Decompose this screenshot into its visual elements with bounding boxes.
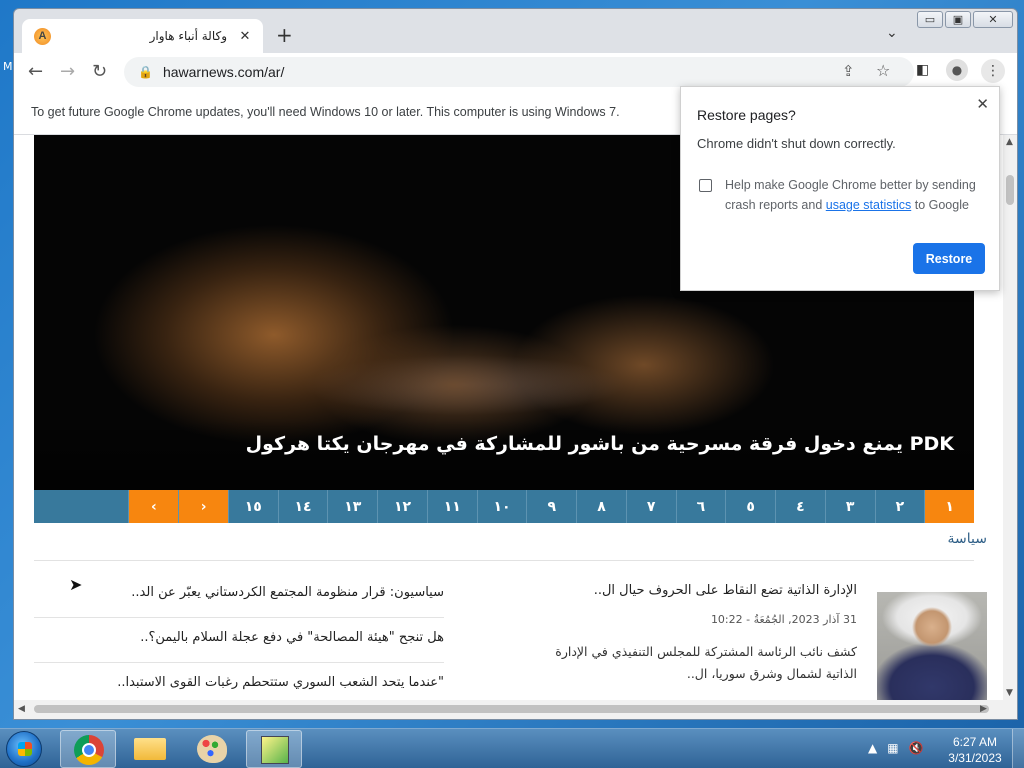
folder-icon [134,738,166,760]
taskbar-explorer[interactable] [122,730,178,768]
crash-report-checkbox[interactable] [699,179,712,192]
vertical-scroll-thumb[interactable] [1006,175,1014,205]
clock[interactable]: 6:27 AM 3/31/2023 [942,734,1008,766]
pager-item[interactable]: ١١ [426,490,477,523]
usage-statistics-link[interactable]: usage statistics [826,198,911,212]
feature-thumbnail[interactable] [877,592,987,700]
crash-report-label: Help make Google Chrome better by sendin… [725,175,985,215]
scroll-right-icon[interactable]: ▶ [980,704,987,714]
system-tray: ▲ ▦ 🔇 [868,741,924,755]
hero-title[interactable]: PDK يمنع دخول فرقة مسرحية من باشور للمشا… [246,433,954,455]
section-label[interactable]: سياسة [948,531,987,547]
paint-icon [197,735,227,763]
vertical-scrollbar[interactable]: ▲ ▼ [1003,135,1017,700]
feature-title[interactable]: الإدارة الذاتية تضع النقاط على الحروف حي… [594,583,857,598]
pager-item[interactable]: ٧ [625,490,676,523]
site-favicon-icon: A [34,27,51,45]
update-notice-text: To get future Google Chrome updates, you… [31,105,620,119]
pager-item[interactable]: ٩ [526,490,576,523]
forward-button[interactable]: → [60,61,75,82]
pager-item[interactable]: ٦ [675,490,726,523]
window-controls: ▭ ▣ ✕ [915,11,1013,29]
pager-item[interactable]: ٥ [725,490,775,523]
tab-title: وكالة أنباء هاوار [149,29,227,43]
desktop-cursor: M [3,60,13,73]
checkbox-text-after: to Google [914,198,969,212]
scroll-left-icon[interactable]: ◀ [18,704,25,714]
mouse-cursor-icon: ➤ [69,575,83,594]
restore-button[interactable]: Restore [913,243,985,274]
restore-pages-dialog: Restore pages? ✕ Chrome didn't shut down… [680,86,1000,291]
clock-time: 6:27 AM [952,735,998,749]
taskbar-chrome[interactable] [60,730,116,768]
news-item[interactable]: سياسيون: قرار منظومة المجتمع الكردستاني … [34,573,444,618]
pager-item[interactable]: ٣ [824,490,875,523]
dialog-close-icon[interactable]: ✕ [976,95,989,113]
back-button[interactable]: ← [28,61,43,82]
section-divider [34,560,974,561]
feature-body: كشف نائب الرئاسة المشتركة للمجلس التنفيذ… [555,644,857,681]
dialog-message: Chrome didn't shut down correctly. [697,136,896,151]
url-text: hawarnews.com/ar/ [162,64,285,80]
pager-next-button[interactable]: › [178,490,228,523]
app-icon [261,736,289,764]
share-icon[interactable]: ⇪ [842,62,855,80]
pager-item[interactable]: ٢ [874,490,925,523]
taskbar-app[interactable] [246,730,302,768]
menu-kebab-icon[interactable]: ⋮ [981,59,1005,83]
news-list: سياسيون: قرار منظومة المجتمع الكردستاني … [34,573,444,700]
horizontal-scrollbar[interactable]: ◀ ▶ [14,700,1017,719]
scroll-up-icon[interactable]: ▲ [1006,137,1013,147]
feature-date: 31 آذار 2023, الجُمُعَةُ - 10:22 [710,613,857,626]
profile-icon[interactable]: ● [946,59,968,81]
show-desktop-button[interactable] [1012,729,1024,768]
chrome-icon-center [82,743,96,757]
hero-shade [34,420,974,490]
lock-icon: 🔒 [138,65,153,79]
network-icon[interactable]: ▦ [887,741,898,755]
windows-taskbar: ▲ ▦ 🔇 6:27 AM 3/31/2023 [0,728,1024,768]
taskbar-paint[interactable] [184,730,240,768]
windows-logo-icon [18,742,32,756]
pager-item[interactable]: ٨ [576,490,626,523]
slider-pager: ‹ › ١٥ ١٤ ١٣ ١٢ ١١ ١٠ ٩ ٨ ٧ ٦ ٥ ٤ ٣ ٢ ١ [34,490,974,523]
pager-item[interactable]: ١٢ [377,490,427,523]
start-button[interactable] [6,731,42,767]
side-panel-icon[interactable]: ◧ [916,62,929,78]
pager-spacer [34,490,129,523]
news-item[interactable]: هل تنجح "هيئة المصالحة" في دفع عجلة السل… [34,618,444,663]
pager-item[interactable]: ١٠ [476,490,527,523]
dialog-title: Restore pages? [697,107,796,123]
pager-item-active[interactable]: ١ [924,490,974,523]
tab-search-button[interactable]: ⌄ [886,25,898,41]
pager-item[interactable]: ١٣ [327,490,377,523]
pager-prev-button[interactable]: ‹ [128,490,179,523]
horizontal-scroll-thumb[interactable] [34,705,989,713]
pager-item[interactable]: ٤ [775,490,825,523]
scroll-down-icon[interactable]: ▼ [1006,688,1013,698]
maximize-button[interactable]: ▣ [945,11,971,28]
clock-date: 3/31/2023 [948,751,1002,765]
tab-close-icon[interactable]: ✕ [237,29,253,44]
window-close-button[interactable]: ✕ [973,11,1013,28]
pager-item[interactable]: ١٥ [227,490,278,523]
bookmark-star-icon[interactable]: ☆ [876,61,890,80]
new-tab-button[interactable]: + [276,23,293,47]
pager-item[interactable]: ١٤ [277,490,328,523]
tray-expand-icon[interactable]: ▲ [868,741,877,755]
minimize-button[interactable]: ▭ [917,11,943,28]
reload-button[interactable]: ↻ [92,61,107,82]
news-item[interactable]: "عندما يتحد الشعب السوري ستتحطم رغبات ال… [34,663,444,700]
browser-tab[interactable]: A وكالة أنباء هاوار ✕ [22,19,263,53]
volume-muted-icon[interactable]: 🔇 [909,741,924,755]
chrome-icon [74,735,104,765]
address-bar[interactable]: 🔒 hawarnews.com/ar/ [124,57,914,87]
